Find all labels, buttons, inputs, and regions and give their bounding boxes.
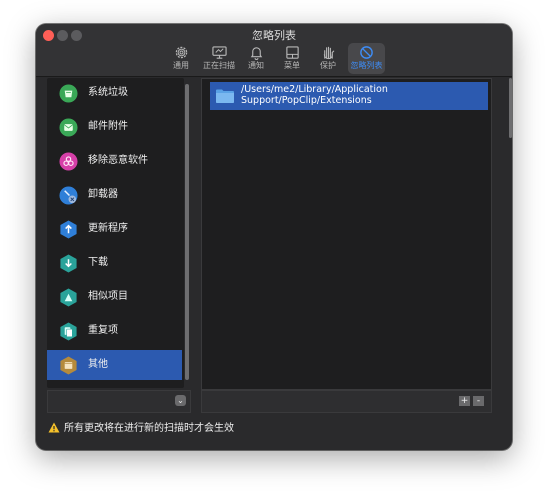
tab-notifications-label: 通知 xyxy=(248,61,264,70)
sidebar-item-system-junk[interactable]: 系统垃圾 xyxy=(47,78,182,108)
download-icon xyxy=(60,254,77,273)
update-arrow-icon xyxy=(60,220,77,239)
remove-button[interactable]: - xyxy=(473,396,484,406)
trash-bin-icon xyxy=(59,84,78,103)
bell-icon xyxy=(250,47,262,60)
tab-notifications[interactable]: 通知 xyxy=(242,43,270,74)
folder-icon xyxy=(60,356,77,375)
chevron-down-icon[interactable]: ⌄ xyxy=(175,395,186,406)
tab-protection[interactable]: 保护 xyxy=(314,43,342,74)
status-message: 所有更改将在进行新的扫描时才会生效 xyxy=(64,423,234,434)
title-bar: 忽略列表 通用 正在扫描 通知 菜单 保护 忽略列表 xyxy=(36,24,512,77)
list-footer: + - xyxy=(201,390,492,413)
sidebar-item-malware-removal[interactable]: 移除恶意软件 xyxy=(47,146,182,176)
sidebar-item-label: 其他 xyxy=(88,359,108,370)
hand-shield-icon xyxy=(323,46,334,60)
sidebar-item-duplicates[interactable]: 重复项 xyxy=(47,316,182,346)
sidebar-item-updater[interactable]: 更新程序 xyxy=(47,214,182,244)
sidebar-item-label: 重复项 xyxy=(88,325,118,336)
tab-menu[interactable]: 菜单 xyxy=(278,43,306,74)
warning-icon xyxy=(48,422,60,433)
window-title: 忽略列表 xyxy=(252,29,296,42)
sidebar-item-label: 下载 xyxy=(88,257,108,268)
tab-scanning-label: 正在扫描 xyxy=(203,61,235,70)
folder-icon xyxy=(216,89,234,103)
sidebar-item-mail-attachments[interactable]: 邮件附件 xyxy=(47,112,182,142)
tab-ignore-list[interactable]: 忽略列表 xyxy=(348,43,385,74)
sidebar-item-similar-items[interactable]: 相似项目 xyxy=(47,282,182,312)
mail-icon xyxy=(59,118,78,137)
status-bar: 所有更改将在进行新的扫描时才会生效 xyxy=(48,422,234,436)
tab-scanning[interactable]: 正在扫描 xyxy=(201,43,237,74)
preferences-toolbar: 通用 正在扫描 通知 菜单 保护 忽略列表 xyxy=(36,43,512,75)
sidebar-item-label: 邮件附件 xyxy=(88,121,128,132)
display-scan-icon xyxy=(211,46,227,59)
tab-menu-label: 菜单 xyxy=(284,61,300,70)
sidebar-item-downloads[interactable]: 下载 xyxy=(47,248,182,278)
gear-icon xyxy=(175,46,187,59)
sidebar-item-other[interactable]: 其他 xyxy=(47,350,182,380)
tab-protection-label: 保护 xyxy=(320,61,336,70)
similar-items-icon xyxy=(60,288,77,307)
ignored-path: /Users/me2/Library/Application Support/P… xyxy=(241,84,388,106)
tab-general-label: 通用 xyxy=(173,61,189,70)
tab-ignore-list-label: 忽略列表 xyxy=(350,61,383,70)
uninstaller-icon xyxy=(59,186,78,205)
sidebar-item-uninstaller[interactable]: 卸载器 xyxy=(47,180,182,210)
biohazard-icon xyxy=(59,152,78,171)
ignore-list-table: /Users/me2/Library/Application Support/P… xyxy=(201,78,492,390)
sidebar-item-label: 卸载器 xyxy=(88,189,118,200)
window-scrollbar[interactable] xyxy=(509,78,512,138)
no-sign-icon xyxy=(360,46,373,59)
sidebar-footer: ⌄ xyxy=(47,390,191,413)
sidebar-item-label: 移除恶意软件 xyxy=(88,155,148,166)
table-row[interactable]: /Users/me2/Library/Application Support/P… xyxy=(210,82,488,110)
sidebar-item-label: 系统垃圾 xyxy=(88,87,128,98)
category-sidebar: 系统垃圾 邮件附件 移除恶意软件 卸载器 更新程序 下载 相似项目 重复项 其他 xyxy=(47,78,184,388)
sidebar-item-label: 相似项目 xyxy=(88,291,128,302)
menu-window-icon xyxy=(285,46,299,59)
preferences-window: 忽略列表 通用 正在扫描 通知 菜单 保护 忽略列表 系统垃圾 邮件附件 移除恶… xyxy=(36,24,512,450)
add-button[interactable]: + xyxy=(459,396,470,406)
sidebar-scrollbar[interactable] xyxy=(185,84,189,380)
duplicates-icon xyxy=(60,322,77,341)
sidebar-item-label: 更新程序 xyxy=(88,223,128,234)
tab-general[interactable]: 通用 xyxy=(166,43,196,74)
